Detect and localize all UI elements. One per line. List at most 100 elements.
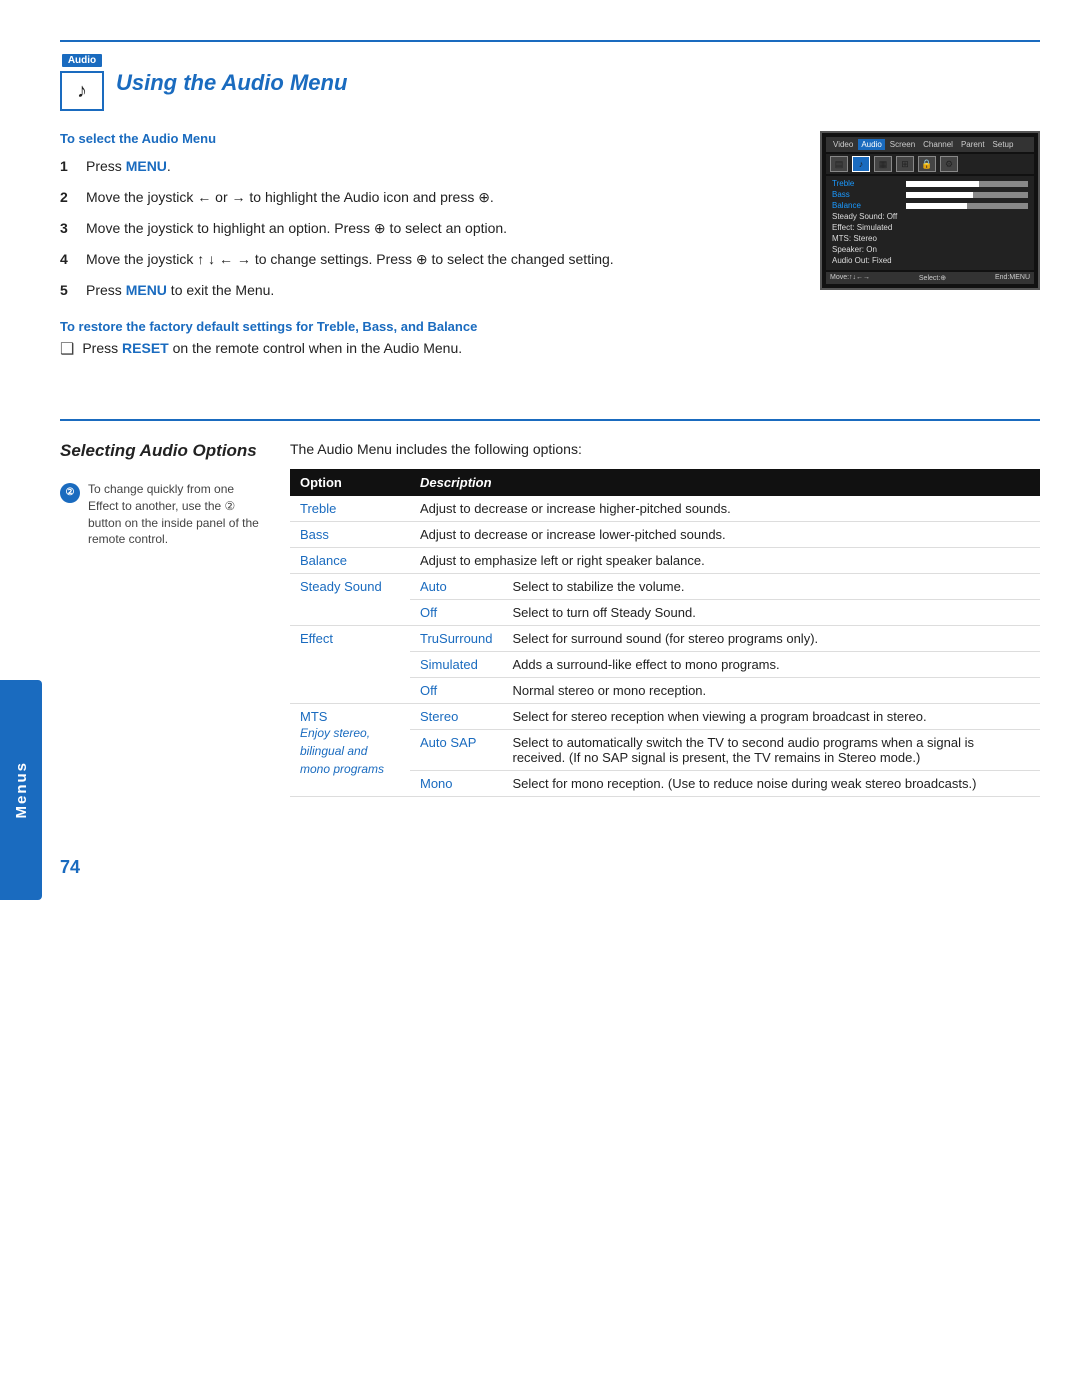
section-divider [60, 419, 1040, 421]
tv-row-steady-sound: Steady Sound: Off [832, 212, 1028, 221]
select-audio-subtitle: To select the Audio Menu [60, 131, 800, 146]
step-2: 2 Move the joystick ← or → to highlight … [60, 187, 800, 208]
left-column: Selecting Audio Options ② To change quic… [60, 441, 260, 797]
tv-row-balance: Balance [832, 201, 1028, 210]
table-row: Steady Sound Auto Select to stabilize th… [290, 574, 1040, 600]
step-3: 3 Move the joystick to highlight an opti… [60, 218, 800, 239]
tv-icon-6: ⚙ [940, 156, 958, 172]
option-steady-sound: Steady Sound [290, 574, 410, 626]
factory-reset-title: To restore the factory default settings … [60, 319, 800, 334]
tv-row-audio-out: Audio Out: Fixed [832, 256, 1028, 265]
tv-icon-5: 🔒 [918, 156, 936, 172]
reset-keyword: RESET [122, 340, 169, 356]
tv-menu-screen: Screen [887, 139, 918, 150]
sub-auto-sap: Auto SAP [410, 730, 503, 771]
tv-row-bass: Bass [832, 190, 1028, 199]
table-row: Effect TruSurround Select for surround s… [290, 626, 1040, 652]
table-header: Option Description [290, 469, 1040, 496]
tv-nav-end: End:MENU [995, 274, 1030, 282]
tv-row-mts: MTS: Stereo [832, 234, 1028, 243]
factory-reset-text: Press RESET on the remote control when i… [82, 340, 462, 356]
desc-stereo: Select for stereo reception when viewing… [503, 704, 1041, 730]
menu-keyword-2: MENU [126, 282, 167, 298]
table-body: Treble Adjust to decrease or increase hi… [290, 496, 1040, 797]
option-bass: Bass [290, 522, 410, 548]
tv-row-effect: Effect: Simulated [832, 223, 1028, 232]
desc-balance: Adjust to emphasize left or right speake… [410, 548, 1040, 574]
sub-trusurround: TruSurround [410, 626, 503, 652]
step-4: 4 Move the joystick ↑ ↓ ← → to change se… [60, 249, 800, 270]
option-effect: Effect [290, 626, 410, 704]
desc-mono: Select for mono reception. (Use to reduc… [503, 771, 1041, 797]
tv-menu-setup: Setup [990, 139, 1017, 150]
note-icon: ② [60, 483, 80, 503]
sub-stereo: Stereo [410, 704, 503, 730]
option-balance: Balance [290, 548, 410, 574]
page-number: 74 [60, 857, 1040, 878]
treble-bar [906, 181, 1028, 187]
desc-auto: Select to stabilize the volume. [503, 574, 1041, 600]
audio-options-section: Selecting Audio Options ② To change quic… [60, 441, 1040, 797]
options-table: Option Description Treble Adjust to decr… [290, 469, 1040, 797]
tv-nav-bar: Move:↑↓←→ Select:⊕ End:MENU [826, 272, 1034, 284]
option-treble: Treble [290, 496, 410, 522]
tv-icon-3: ▦ [874, 156, 892, 172]
tv-icon-audio: ♪ [852, 156, 870, 172]
bass-bar [906, 192, 1028, 198]
table-row: Balance Adjust to emphasize left or righ… [290, 548, 1040, 574]
instructions-column: To select the Audio Menu 1 Press MENU. 2… [60, 131, 800, 389]
col-header-option: Option [290, 469, 410, 496]
sub-steady-off: Off [410, 600, 503, 626]
sub-simulated: Simulated [410, 652, 503, 678]
col-header-description: Description [410, 469, 1040, 496]
musical-note-icon: ♪ [77, 80, 87, 103]
desc-effect-off: Normal stereo or mono reception. [503, 678, 1041, 704]
sub-effect-off: Off [410, 678, 503, 704]
sidebar-label: Menus [13, 761, 30, 819]
step-5: 5 Press MENU to exit the Menu. [60, 280, 800, 301]
page-title: Using the Audio Menu [116, 70, 347, 96]
tv-icons-row: ▤ ♪ ▦ ⊞ 🔒 ⚙ [826, 154, 1034, 174]
tv-menu-channel: Channel [920, 139, 956, 150]
desc-auto-sap: Select to automatically switch the TV to… [503, 730, 1041, 771]
tv-menu-parent: Parent [958, 139, 988, 150]
tv-menu-video: Video [830, 139, 856, 150]
note-text: To change quickly from one Effect to ano… [88, 481, 260, 548]
desc-steady-off: Select to turn off Steady Sound. [503, 600, 1041, 626]
note-box: ② To change quickly from one Effect to a… [60, 481, 260, 548]
factory-reset-section: To restore the factory default settings … [60, 319, 800, 359]
tv-icon-4: ⊞ [896, 156, 914, 172]
sidebar-menus-tab: Menus [0, 680, 42, 900]
desc-trusurround: Select for surround sound (for stereo pr… [503, 626, 1041, 652]
tv-row-treble: Treble [832, 179, 1028, 188]
sub-auto: Auto [410, 574, 503, 600]
tv-nav-move: Move:↑↓←→ [830, 274, 870, 282]
tv-screen-preview: Video Audio Screen Channel Parent Setup … [820, 131, 1040, 389]
section-header: Audio ♪ Using the Audio Menu [60, 40, 1040, 111]
steps-list: 1 Press MENU. 2 Move the joystick ← or →… [60, 156, 800, 301]
top-instructions-section: To select the Audio Menu 1 Press MENU. 2… [60, 131, 1040, 389]
balance-bar [906, 203, 1028, 209]
factory-reset-note: ❑ Press RESET on the remote control when… [60, 340, 800, 359]
table-row: MTS Enjoy stereo,bilingual andmono progr… [290, 704, 1040, 730]
audio-icon-area: Audio ♪ [60, 54, 104, 111]
desc-bass: Adjust to decrease or increase lower-pit… [410, 522, 1040, 548]
checkbox-bullet-icon: ❑ [60, 339, 74, 359]
tv-row-speaker: Speaker: On [832, 245, 1028, 254]
desc-treble: Adjust to decrease or increase higher-pi… [410, 496, 1040, 522]
tv-menu-bar: Video Audio Screen Channel Parent Setup [826, 137, 1034, 152]
tv-content-area: Treble Bass Balance [826, 176, 1034, 270]
right-column: The Audio Menu includes the following op… [290, 441, 1040, 797]
menu-keyword-1: MENU [126, 158, 167, 174]
table-row: Treble Adjust to decrease or increase hi… [290, 496, 1040, 522]
desc-simulated: Adds a surround-like effect to mono prog… [503, 652, 1041, 678]
selecting-title: Selecting Audio Options [60, 441, 260, 461]
intro-text: The Audio Menu includes the following op… [290, 441, 1040, 457]
tv-nav-select: Select:⊕ [919, 274, 946, 282]
tv-menu-audio: Audio [858, 139, 884, 150]
sub-mono: Mono [410, 771, 503, 797]
audio-icon: ♪ [60, 71, 104, 111]
step-1: 1 Press MENU. [60, 156, 800, 177]
table-row: Bass Adjust to decrease or increase lowe… [290, 522, 1040, 548]
tv-icon-1: ▤ [830, 156, 848, 172]
